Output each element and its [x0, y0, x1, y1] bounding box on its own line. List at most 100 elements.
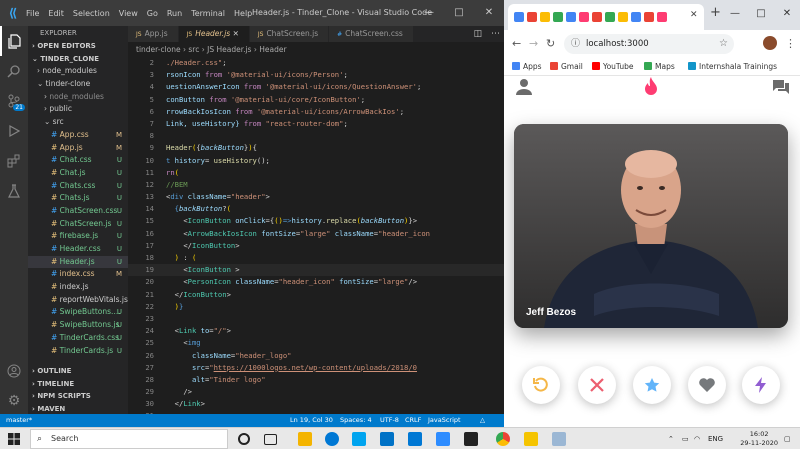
maximize-icon[interactable]: □	[748, 0, 774, 30]
cortana-icon[interactable]	[238, 433, 250, 445]
edge-icon[interactable]	[325, 432, 339, 446]
tab-chatscreen-js[interactable]: JS ChatScreen.js	[249, 26, 330, 42]
minimize-icon[interactable]: —	[722, 0, 748, 30]
code-line[interactable]: 7 Link, useHistory} from "react-router-do…	[128, 118, 504, 130]
code-line[interactable]: 19 <IconButton >	[128, 264, 504, 277]
file-explorer-icon[interactable]	[298, 432, 312, 446]
battery-icon[interactable]: ▭	[682, 428, 689, 449]
code-line[interactable]: 12 //BEM	[128, 179, 504, 191]
file-tree-item[interactable]: # reportWebVitals.js	[28, 294, 128, 307]
bookmark-maps[interactable]: Maps	[644, 62, 675, 71]
file-tree-item[interactable]: › node_modules	[28, 91, 128, 104]
taskbar-search[interactable]: ⌕ Search	[30, 429, 228, 449]
close-tab-icon[interactable]: ✕	[230, 29, 239, 38]
task-view-icon[interactable]	[264, 434, 277, 445]
testing-flask-icon[interactable]	[0, 176, 28, 206]
question-answer-icon[interactable]	[772, 79, 790, 95]
status-branch[interactable]: master*	[6, 414, 32, 427]
explorer-icon[interactable]	[0, 26, 28, 56]
menu-go[interactable]: Go	[147, 9, 158, 18]
file-tree-item[interactable]: › node_modules	[28, 65, 128, 78]
file-tree-item[interactable]: # index.css M	[28, 268, 128, 281]
code-line[interactable]: 24 <Link to="/">	[128, 325, 504, 337]
code-line[interactable]: 30 </Link>	[128, 398, 504, 410]
file-tree-item[interactable]: # ChatScreen.css U	[28, 205, 128, 218]
menu-file[interactable]: File	[26, 9, 39, 18]
close-icon[interactable]: ✕	[474, 0, 504, 26]
workspace-section[interactable]: ⌄ TINDER_CLONE	[28, 53, 128, 66]
tab-app-js[interactable]: JS App.js	[128, 26, 179, 42]
code-editor[interactable]: 2 ./Header.css"; 3 rsonIcon from '@material…	[128, 57, 504, 414]
more-actions-icon[interactable]: ⋯	[491, 29, 500, 39]
menu-selection[interactable]: Selection	[73, 9, 110, 18]
info-icon[interactable]: ⓘ	[571, 34, 580, 54]
back-arrow-icon[interactable]: ←	[512, 37, 521, 50]
code-line[interactable]: 29 />	[128, 386, 504, 398]
code-line[interactable]: 2 ./Header.css";	[128, 57, 504, 69]
tray-language[interactable]: ENG	[708, 428, 723, 449]
code-line[interactable]: 28 alt="Tinder logo"	[128, 374, 504, 386]
mail-icon[interactable]	[380, 432, 394, 446]
menu-edit[interactable]: Edit	[48, 9, 64, 18]
code-line[interactable]: 11 rn(	[128, 167, 504, 179]
status-encoding[interactable]: UTF-8	[380, 414, 399, 427]
file-tree-item[interactable]: # SwipeButtons.... U	[28, 306, 128, 319]
code-line[interactable]: 23	[128, 313, 504, 325]
settings-gear-icon[interactable]: ⚙	[0, 386, 28, 416]
nope-button[interactable]	[578, 366, 616, 404]
new-tab-icon[interactable]: +	[710, 5, 721, 20]
file-tree-item[interactable]: # Chat.js U	[28, 167, 128, 180]
maximize-icon[interactable]: □	[444, 0, 474, 26]
status-spaces[interactable]: Spaces: 4	[340, 414, 372, 427]
store-icon[interactable]	[352, 432, 366, 446]
code-line[interactable]: 17 </IconButton>	[128, 240, 504, 252]
code-line[interactable]: 18 ) : (	[128, 252, 504, 264]
code-line[interactable]: 15 <IconButton onClick={()=>history.repl…	[128, 215, 504, 227]
file-tree-item[interactable]: # App.css M	[28, 129, 128, 142]
file-tree-item[interactable]: # Header.js U	[28, 255, 128, 269]
extensions-icon[interactable]	[0, 146, 28, 176]
close-tab-icon[interactable]: ✕	[690, 10, 698, 20]
file-tree-item[interactable]: ⌄ src	[28, 116, 128, 129]
code-line[interactable]: 8	[128, 130, 504, 142]
super-like-button[interactable]	[633, 366, 671, 404]
windows-start-icon[interactable]	[8, 433, 20, 445]
tab-chatscreen-css[interactable]: # ChatScreen.css	[329, 26, 414, 42]
menu-view[interactable]: View	[119, 9, 138, 18]
search-icon[interactable]	[0, 56, 28, 86]
file-tree-item[interactable]: › public	[28, 103, 128, 116]
person-icon[interactable]	[516, 78, 532, 96]
chrome-menu-icon[interactable]: ⋮	[785, 37, 796, 50]
code-line[interactable]: 4 uestionAnswerIcon from '@material-ui/ic…	[128, 81, 504, 93]
sticky-app-icon[interactable]	[524, 432, 538, 446]
status-language[interactable]: JavaScript	[428, 414, 461, 427]
accounts-icon[interactable]	[0, 356, 28, 386]
code-line[interactable]: 25 <img	[128, 337, 504, 349]
like-button[interactable]	[688, 366, 726, 404]
bookmark-apps[interactable]: Apps	[512, 62, 542, 71]
code-line[interactable]: 21 </IconButton>	[128, 289, 504, 301]
file-tree-item[interactable]: # Header.css U	[28, 243, 128, 256]
code-line[interactable]: 22 )}	[128, 301, 504, 313]
file-tree-item[interactable]: ⌄ tinder-clone	[28, 78, 128, 91]
sidebar-section-outline[interactable]: › OUTLINE	[28, 365, 128, 378]
file-tree-item[interactable]: # ChatScreen.js U	[28, 218, 128, 231]
minimize-icon[interactable]: —	[414, 0, 444, 26]
breadcrumb[interactable]: tinder-clone › src › JS Header.js › Head…	[128, 42, 504, 57]
bookmark-star-icon[interactable]: ☆	[719, 34, 728, 54]
file-tree-item[interactable]: # TinderCards.css U	[28, 332, 128, 345]
forward-arrow-icon[interactable]: →	[529, 37, 538, 50]
taskbar-clock[interactable]: 16:02 29-11-2020	[740, 430, 778, 448]
code-line[interactable]: 5 conButton from '@material-ui/core/IconB…	[128, 94, 504, 106]
run-debug-icon[interactable]	[0, 116, 28, 146]
code-line[interactable]: 9 Header({backButton}){	[128, 142, 504, 154]
vscode-taskbar-icon[interactable]	[408, 432, 422, 446]
code-line[interactable]: 14 {backButton?(	[128, 203, 504, 215]
status-eol[interactable]: CRLF	[405, 414, 421, 427]
file-tree-item[interactable]: # Chats.css U	[28, 180, 128, 193]
address-bar[interactable]: ⓘ localhost:3000 ☆	[564, 34, 734, 54]
tray-chevron-up-icon[interactable]: ⌃	[668, 428, 674, 449]
profile-avatar[interactable]	[763, 36, 777, 50]
file-tree-item[interactable]: # TinderCards.js U	[28, 345, 128, 358]
status-position[interactable]: Ln 19, Col 30	[290, 414, 333, 427]
